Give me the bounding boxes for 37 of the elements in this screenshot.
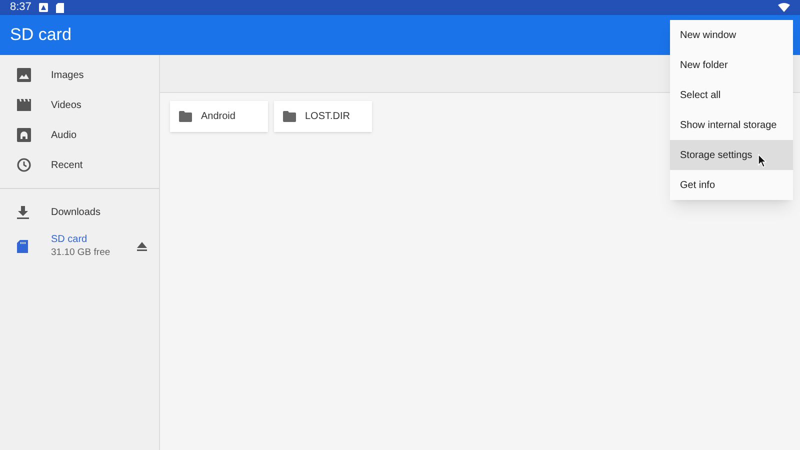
notification-icon [39,3,48,12]
folder-card[interactable]: Android [170,101,268,132]
menu-item[interactable]: New folder [670,50,793,80]
menu-item[interactable]: Get info [670,170,793,200]
item-label: Audio [51,128,78,142]
item-label: Downloads [51,206,102,218]
sidebar-item[interactable]: Videos [0,90,159,120]
item-label: Recent [51,158,84,172]
menu-item[interactable]: Storage settings [670,140,793,170]
image-icon [17,68,31,82]
sd-card-icon [17,240,28,252]
clapperboard-icon [17,99,31,111]
wifi-icon [778,3,790,12]
item-label: Videos [51,98,82,112]
audio-icon [17,128,31,142]
status-time: 8:37 [10,2,32,13]
download-icon [17,206,29,218]
item-label: Images [51,68,85,82]
menu-item[interactable]: New window [670,20,793,50]
sd-card-icon [56,2,64,12]
sidebar-item[interactable]: Images [0,60,159,90]
folder-name: Android [201,110,236,124]
sidebar-item[interactable]: Recent [0,150,159,180]
folder-card[interactable]: LOST.DIR [274,101,372,132]
sidebar-item[interactable]: Audio [0,120,159,150]
folder-icon [283,111,296,122]
folder-name: LOST.DIR [305,110,350,124]
free-space-label: 31.10 GB free [51,246,112,259]
menu-item[interactable]: Show internal storage [670,110,793,140]
app-title: SD card [10,24,72,46]
mouse-cursor-icon [758,154,768,168]
eject-icon[interactable] [137,242,147,250]
item-label: SD card [51,233,88,246]
clock-icon [17,158,31,172]
sidebar-item[interactable]: Downloads [0,197,159,227]
folder-icon [179,111,192,122]
menu-item[interactable]: Select all [670,80,793,110]
